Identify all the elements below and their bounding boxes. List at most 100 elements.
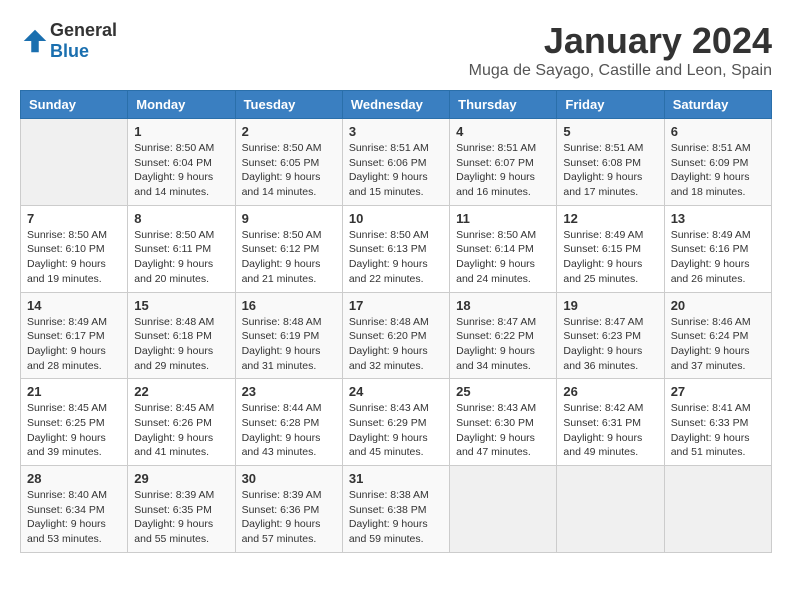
header-day-wednesday: Wednesday (342, 91, 449, 119)
calendar-week-row: 21 Sunrise: 8:45 AM Sunset: 6:25 PM Dayli… (21, 379, 772, 466)
day-content: Sunrise: 8:50 AM Sunset: 6:12 PM Dayligh… (242, 228, 336, 287)
day-content: Sunrise: 8:45 AM Sunset: 6:26 PM Dayligh… (134, 401, 228, 460)
calendar-cell: 13Sunrise: 8:49 AM Sunset: 6:16 PM Dayli… (664, 205, 771, 292)
day-number: 9 (242, 211, 336, 226)
month-title: January 2024 (469, 20, 772, 62)
day-content: Sunrise: 8:50 AM Sunset: 6:13 PM Dayligh… (349, 228, 443, 287)
day-content: Sunrise: 8:38 AM Sunset: 6:38 PM Dayligh… (349, 488, 443, 547)
header-day-friday: Friday (557, 91, 664, 119)
day-number: 13 (671, 211, 765, 226)
calendar-cell: 31Sunrise: 8:38 AM Sunset: 6:38 PM Dayli… (342, 466, 449, 553)
day-content: Sunrise: 8:45 AM Sunset: 6:25 PM Dayligh… (27, 401, 121, 460)
calendar-cell: 14 Sunrise: 8:49 AM Sunset: 6:17 PM Dayli… (21, 292, 128, 379)
day-content: Sunrise: 8:42 AM Sunset: 6:31 PM Dayligh… (563, 401, 657, 460)
calendar-cell: 20 Sunrise: 8:46 AM Sunset: 6:24 PM Dayli… (664, 292, 771, 379)
day-content: Sunrise: 8:50 AM Sunset: 6:04 PM Dayligh… (134, 141, 228, 200)
day-content: Sunrise: 8:48 AM Sunset: 6:20 PM Dayligh… (349, 315, 443, 374)
calendar-cell: 8Sunrise: 8:50 AM Sunset: 6:11 PM Daylig… (128, 205, 235, 292)
day-content: Sunrise: 8:49 AM Sunset: 6:17 PM Dayligh… (27, 315, 121, 374)
day-number: 20 (671, 298, 765, 313)
day-number: 19 (563, 298, 657, 313)
day-number: 30 (242, 471, 336, 486)
calendar-cell: 6 Sunrise: 8:51 AM Sunset: 6:09 PM Daylig… (664, 119, 771, 206)
day-content: Sunrise: 8:41 AM Sunset: 6:33 PM Dayligh… (671, 401, 765, 460)
header-day-thursday: Thursday (450, 91, 557, 119)
calendar-cell: 21 Sunrise: 8:45 AM Sunset: 6:25 PM Dayli… (21, 379, 128, 466)
day-number: 4 (456, 124, 550, 139)
day-content: Sunrise: 8:43 AM Sunset: 6:30 PM Dayligh… (456, 401, 550, 460)
calendar-cell: 30Sunrise: 8:39 AM Sunset: 6:36 PM Dayli… (235, 466, 342, 553)
calendar-cell: 7 Sunrise: 8:50 AM Sunset: 6:10 PM Daylig… (21, 205, 128, 292)
day-number: 22 (134, 384, 228, 399)
calendar-cell: 17 Sunrise: 8:48 AM Sunset: 6:20 PM Dayli… (342, 292, 449, 379)
logo-icon (20, 26, 50, 56)
day-number: 27 (671, 384, 765, 399)
calendar-cell: 4Sunrise: 8:51 AM Sunset: 6:07 PM Daylig… (450, 119, 557, 206)
logo: General Blue (20, 20, 117, 62)
header: General Blue January 2024 Muga de Sayago… (20, 20, 772, 80)
day-number: 12 (563, 211, 657, 226)
day-number: 21 (27, 384, 121, 399)
calendar-week-row: 14 Sunrise: 8:49 AM Sunset: 6:17 PM Dayli… (21, 292, 772, 379)
day-content: Sunrise: 8:50 AM Sunset: 6:05 PM Dayligh… (242, 141, 336, 200)
calendar-cell: 5Sunrise: 8:51 AM Sunset: 6:08 PM Daylig… (557, 119, 664, 206)
day-number: 24 (349, 384, 443, 399)
day-number: 15 (134, 298, 228, 313)
calendar-cell: 23Sunrise: 8:44 AM Sunset: 6:28 PM Dayli… (235, 379, 342, 466)
day-number: 3 (349, 124, 443, 139)
day-content: Sunrise: 8:46 AM Sunset: 6:24 PM Dayligh… (671, 315, 765, 374)
calendar-cell: 27 Sunrise: 8:41 AM Sunset: 6:33 PM Dayli… (664, 379, 771, 466)
day-number: 14 (27, 298, 121, 313)
day-number: 2 (242, 124, 336, 139)
day-content: Sunrise: 8:43 AM Sunset: 6:29 PM Dayligh… (349, 401, 443, 460)
title-area: January 2024 Muga de Sayago, Castille an… (469, 20, 772, 80)
calendar-cell: 15Sunrise: 8:48 AM Sunset: 6:18 PM Dayli… (128, 292, 235, 379)
calendar-cell (664, 466, 771, 553)
calendar-cell (450, 466, 557, 553)
day-number: 29 (134, 471, 228, 486)
calendar-cell: 9 Sunrise: 8:50 AM Sunset: 6:12 PM Daylig… (235, 205, 342, 292)
day-content: Sunrise: 8:44 AM Sunset: 6:28 PM Dayligh… (242, 401, 336, 460)
location-title: Muga de Sayago, Castille and Leon, Spain (469, 62, 772, 80)
day-number: 16 (242, 298, 336, 313)
day-number: 28 (27, 471, 121, 486)
day-content: Sunrise: 8:51 AM Sunset: 6:06 PM Dayligh… (349, 141, 443, 200)
day-number: 1 (134, 124, 228, 139)
calendar-cell: 24 Sunrise: 8:43 AM Sunset: 6:29 PM Dayli… (342, 379, 449, 466)
calendar-cell: 16 Sunrise: 8:48 AM Sunset: 6:19 PM Dayli… (235, 292, 342, 379)
calendar-cell: 2 Sunrise: 8:50 AM Sunset: 6:05 PM Daylig… (235, 119, 342, 206)
day-number: 18 (456, 298, 550, 313)
logo-general: General (50, 20, 117, 40)
day-number: 8 (134, 211, 228, 226)
calendar-cell: 3 Sunrise: 8:51 AM Sunset: 6:06 PM Daylig… (342, 119, 449, 206)
calendar-week-row: 1 Sunrise: 8:50 AM Sunset: 6:04 PM Daylig… (21, 119, 772, 206)
day-content: Sunrise: 8:50 AM Sunset: 6:10 PM Dayligh… (27, 228, 121, 287)
day-number: 26 (563, 384, 657, 399)
day-number: 17 (349, 298, 443, 313)
calendar-cell (557, 466, 664, 553)
calendar-cell: 25 Sunrise: 8:43 AM Sunset: 6:30 PM Dayli… (450, 379, 557, 466)
day-number: 11 (456, 211, 550, 226)
calendar-table: SundayMondayTuesdayWednesdayThursdayFrid… (20, 90, 772, 553)
calendar-cell (21, 119, 128, 206)
calendar-cell: 10Sunrise: 8:50 AM Sunset: 6:13 PM Dayli… (342, 205, 449, 292)
calendar-week-row: 7 Sunrise: 8:50 AM Sunset: 6:10 PM Daylig… (21, 205, 772, 292)
day-number: 6 (671, 124, 765, 139)
calendar-week-row: 28 Sunrise: 8:40 AM Sunset: 6:34 PM Dayli… (21, 466, 772, 553)
header-day-tuesday: Tuesday (235, 91, 342, 119)
header-day-saturday: Saturday (664, 91, 771, 119)
day-content: Sunrise: 8:51 AM Sunset: 6:09 PM Dayligh… (671, 141, 765, 200)
calendar-cell: 12 Sunrise: 8:49 AM Sunset: 6:15 PM Dayli… (557, 205, 664, 292)
calendar-cell: 19Sunrise: 8:47 AM Sunset: 6:23 PM Dayli… (557, 292, 664, 379)
calendar-cell: 29Sunrise: 8:39 AM Sunset: 6:35 PM Dayli… (128, 466, 235, 553)
calendar-cell: 18Sunrise: 8:47 AM Sunset: 6:22 PM Dayli… (450, 292, 557, 379)
day-content: Sunrise: 8:48 AM Sunset: 6:19 PM Dayligh… (242, 315, 336, 374)
day-content: Sunrise: 8:40 AM Sunset: 6:34 PM Dayligh… (27, 488, 121, 547)
day-number: 7 (27, 211, 121, 226)
logo-text: General Blue (50, 20, 117, 62)
day-number: 25 (456, 384, 550, 399)
day-content: Sunrise: 8:50 AM Sunset: 6:14 PM Dayligh… (456, 228, 550, 287)
calendar-cell: 28 Sunrise: 8:40 AM Sunset: 6:34 PM Dayli… (21, 466, 128, 553)
calendar-cell: 26 Sunrise: 8:42 AM Sunset: 6:31 PM Dayli… (557, 379, 664, 466)
day-content: Sunrise: 8:49 AM Sunset: 6:15 PM Dayligh… (563, 228, 657, 287)
